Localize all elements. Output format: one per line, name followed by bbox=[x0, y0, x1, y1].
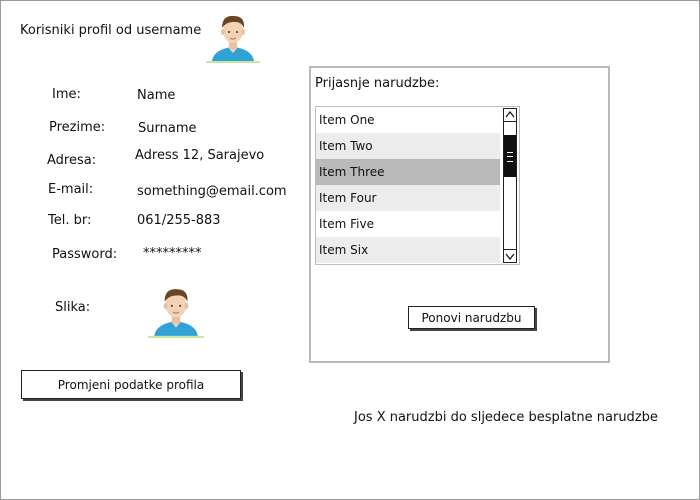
chevron-down-icon[interactable] bbox=[504, 249, 516, 262]
list-item[interactable]: Item Two bbox=[316, 133, 500, 159]
chevron-up-icon[interactable] bbox=[504, 109, 516, 122]
value-password: ********* bbox=[143, 246, 202, 261]
orders-scrollbar[interactable] bbox=[503, 108, 517, 263]
edit-profile-button[interactable]: Promjeni podatke profila bbox=[21, 370, 241, 399]
label-tel: Tel. br: bbox=[48, 213, 92, 228]
label-password: Password: bbox=[52, 247, 118, 262]
list-item[interactable]: Item One bbox=[316, 107, 500, 133]
page-title: Korisniki profil od username bbox=[20, 23, 202, 38]
orders-listbox[interactable]: Item One Item Two Item Three Item Four I… bbox=[315, 106, 520, 265]
label-email: E-mail: bbox=[48, 182, 94, 197]
label-prezime: Prezime: bbox=[49, 120, 106, 135]
value-prezime: Surname bbox=[138, 121, 197, 136]
label-ime: Ime: bbox=[52, 87, 81, 102]
list-item-selected[interactable]: Item Three bbox=[316, 159, 500, 185]
label-slika: Slika: bbox=[55, 300, 91, 315]
value-adresa: Adress 12, Sarajevo bbox=[135, 148, 265, 163]
free-order-note: Jos X narudzbi do sljedece besplatne nar… bbox=[354, 410, 658, 425]
profile-picture-avatar-icon bbox=[147, 282, 204, 338]
value-email: something@email.com bbox=[137, 184, 287, 199]
list-item[interactable]: Item Five bbox=[316, 211, 500, 237]
reorder-button[interactable]: Ponovi narudzbu bbox=[408, 306, 535, 329]
scrollbar-thumb[interactable] bbox=[504, 135, 516, 177]
label-adresa: Adresa: bbox=[47, 153, 97, 168]
list-item[interactable]: Item Four bbox=[316, 185, 500, 211]
value-tel: 061/255-883 bbox=[137, 213, 221, 228]
grip-icon bbox=[507, 152, 513, 162]
list-item[interactable]: Item Six bbox=[316, 237, 500, 263]
value-ime: Name bbox=[137, 88, 176, 103]
previous-orders-title: Prijasnje narudzbe: bbox=[315, 76, 440, 91]
header-avatar-icon bbox=[206, 9, 260, 63]
